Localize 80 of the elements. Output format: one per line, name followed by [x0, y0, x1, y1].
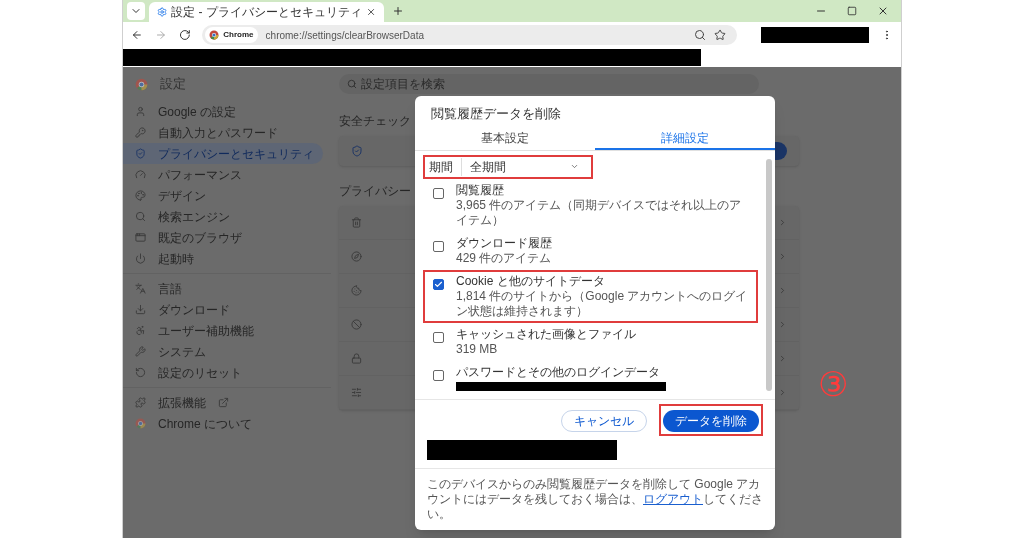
sidebar-item[interactable]: 言語 — [123, 278, 323, 299]
item-title: ダウンロード履歴 — [456, 235, 553, 251]
address-field[interactable]: Chrome chrome://settings/clearBrowserData — [202, 25, 738, 45]
sidebar-item[interactable]: ユーザー補助機能 — [123, 320, 323, 341]
item-title: パスワードとその他のログインデータ — [456, 364, 661, 380]
checkbox[interactable] — [433, 187, 444, 199]
item-detail: 429 件のアイテム — [456, 250, 553, 266]
item-detail: 3,965 件のアイテム（同期デバイスではそれ以上のアイテム） — [456, 197, 743, 228]
step-marker: ③ — [818, 367, 848, 401]
puzzle-icon — [135, 397, 146, 408]
footer-note: このデバイスからのみ閲覧履歴データを削除して Google アカウントにはデータを残しておく場合は、ログアウト してください。 — [427, 476, 763, 522]
dialog-title: 閲覧履歴データを削除 — [430, 105, 562, 123]
palette-icon — [135, 190, 146, 201]
person-icon — [135, 106, 146, 117]
wrench-icon — [135, 346, 146, 357]
checkbox[interactable] — [433, 240, 444, 252]
tab-list-button[interactable] — [127, 2, 145, 20]
external-link-icon — [218, 397, 229, 408]
chrome-logo-icon — [135, 77, 148, 91]
close-icon[interactable] — [877, 5, 889, 17]
sidebar-item[interactable]: システム — [123, 341, 323, 362]
key-icon — [135, 127, 146, 138]
search-icon — [135, 211, 146, 222]
section-heading: プライバシー — [339, 183, 411, 200]
reload-icon[interactable] — [178, 29, 191, 41]
dialog-tab[interactable]: 基本設定 — [415, 127, 595, 150]
sidebar-item[interactable]: Chrome について — [123, 413, 323, 434]
trash-icon — [351, 217, 362, 228]
shield-icon — [351, 145, 363, 157]
gear-icon — [157, 6, 168, 18]
logout-link[interactable]: ログアウト — [643, 491, 703, 506]
star-icon[interactable] — [714, 29, 727, 41]
translate-icon — [135, 283, 146, 294]
sidebar-item[interactable]: 検索エンジン — [123, 206, 323, 227]
sidebar-item[interactable]: 設定のリセット — [123, 362, 323, 383]
item-detail: 1,814 件のサイトから（Google アカウントへのログイン状態は維持されます） — [456, 288, 748, 319]
tab-title: 設定 - プライバシーとセキュリティ — [171, 4, 362, 21]
sidebar-item[interactable]: Google の設定 — [123, 101, 323, 122]
power-icon — [135, 253, 146, 264]
download-icon — [135, 304, 146, 315]
caret-icon — [570, 162, 579, 171]
close-icon[interactable] — [365, 6, 376, 18]
dialog-tab[interactable]: 詳細設定 — [595, 127, 775, 150]
zoom-icon[interactable] — [694, 29, 707, 41]
shield-icon — [135, 148, 146, 159]
sidebar-item[interactable]: 既定のブラウザ — [123, 227, 323, 248]
item-title: Cookie と他のサイトデータ — [456, 273, 606, 289]
sidebar-item[interactable]: 拡張機能 — [123, 392, 323, 413]
site-chip[interactable]: Chrome — [205, 27, 258, 43]
browser-tab[interactable]: 設定 - プライバシーとセキュリティ — [149, 2, 384, 22]
delete-data-button[interactable]: データを削除 — [663, 409, 759, 432]
cookie-icon — [351, 285, 362, 296]
reset-icon — [135, 367, 146, 378]
maximize-icon[interactable] — [847, 6, 857, 16]
checkbox[interactable] — [433, 278, 444, 290]
sidebar-item[interactable]: プライバシーとセキュリティ — [123, 143, 323, 164]
lock-icon — [351, 353, 362, 364]
new-tab-icon[interactable] — [392, 5, 404, 17]
period-select[interactable]: 全期間 — [461, 157, 587, 176]
checkbox[interactable] — [433, 369, 444, 381]
back-icon[interactable] — [131, 29, 143, 41]
compass-icon — [351, 251, 362, 262]
sidebar-item[interactable]: 起動時 — [123, 248, 323, 269]
chrome-logo-icon — [135, 418, 146, 429]
gauge-icon — [135, 169, 146, 180]
item-title: キャッシュされた画像とファイル — [456, 326, 637, 342]
sliders-icon — [351, 387, 362, 398]
period-label: 期間 — [429, 158, 453, 176]
window-icon — [135, 232, 146, 243]
accessibility-icon — [135, 325, 146, 336]
sidebar-item[interactable]: 自動入力とパスワード — [123, 122, 323, 143]
check-icon — [434, 279, 443, 289]
chrome-logo-icon — [209, 30, 220, 40]
section-heading: 安全チェック — [339, 113, 411, 130]
blocked-icon — [351, 319, 362, 330]
item-detail: 319 MB — [456, 341, 499, 357]
search-icon — [347, 79, 357, 89]
url-text: chrome://settings/clearBrowserData — [265, 28, 425, 43]
checkbox[interactable] — [433, 331, 444, 343]
item-title: 閲覧履歴 — [456, 182, 505, 198]
